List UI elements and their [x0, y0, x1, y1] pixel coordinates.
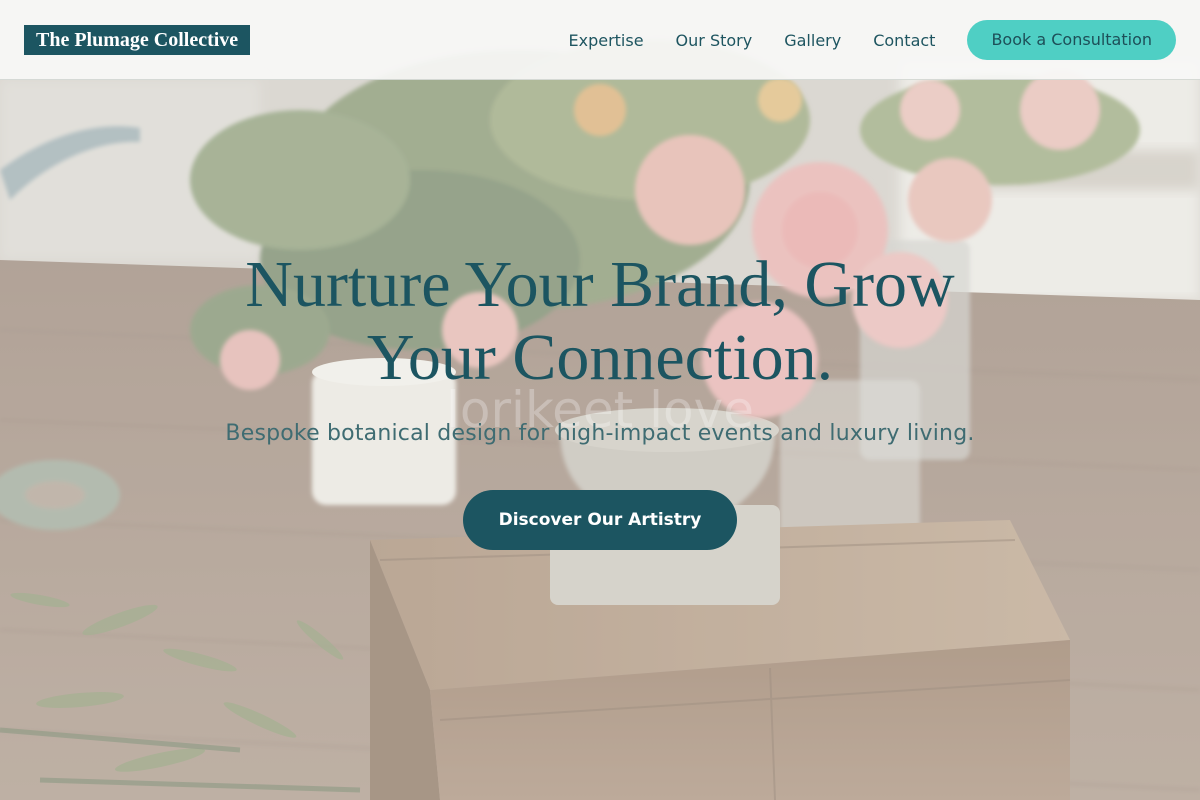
hero-subheadline: Bespoke botanical design for high-impact…: [225, 421, 975, 446]
nav-link-gallery[interactable]: Gallery: [784, 31, 841, 50]
discover-artistry-button[interactable]: Discover Our Artistry: [463, 490, 737, 550]
nav-link-our-story[interactable]: Our Story: [676, 31, 753, 50]
book-consultation-button[interactable]: Book a Consultation: [967, 20, 1176, 60]
nav-link-expertise[interactable]: Expertise: [568, 31, 643, 50]
hero-headline-line-1: Nurture Your Brand, Grow: [245, 248, 955, 321]
site-header: The Plumage Collective Expertise Our Sto…: [0, 0, 1200, 80]
landing-page: The Plumage Collective Expertise Our Sto…: [0, 0, 1200, 800]
hero-headline: Nurture Your Brand, Grow Your Connection.: [150, 248, 1050, 394]
nav-link-contact[interactable]: Contact: [873, 31, 935, 50]
main-navigation: Expertise Our Story Gallery Contact Book…: [568, 0, 1176, 80]
site-logo[interactable]: The Plumage Collective: [24, 25, 251, 55]
